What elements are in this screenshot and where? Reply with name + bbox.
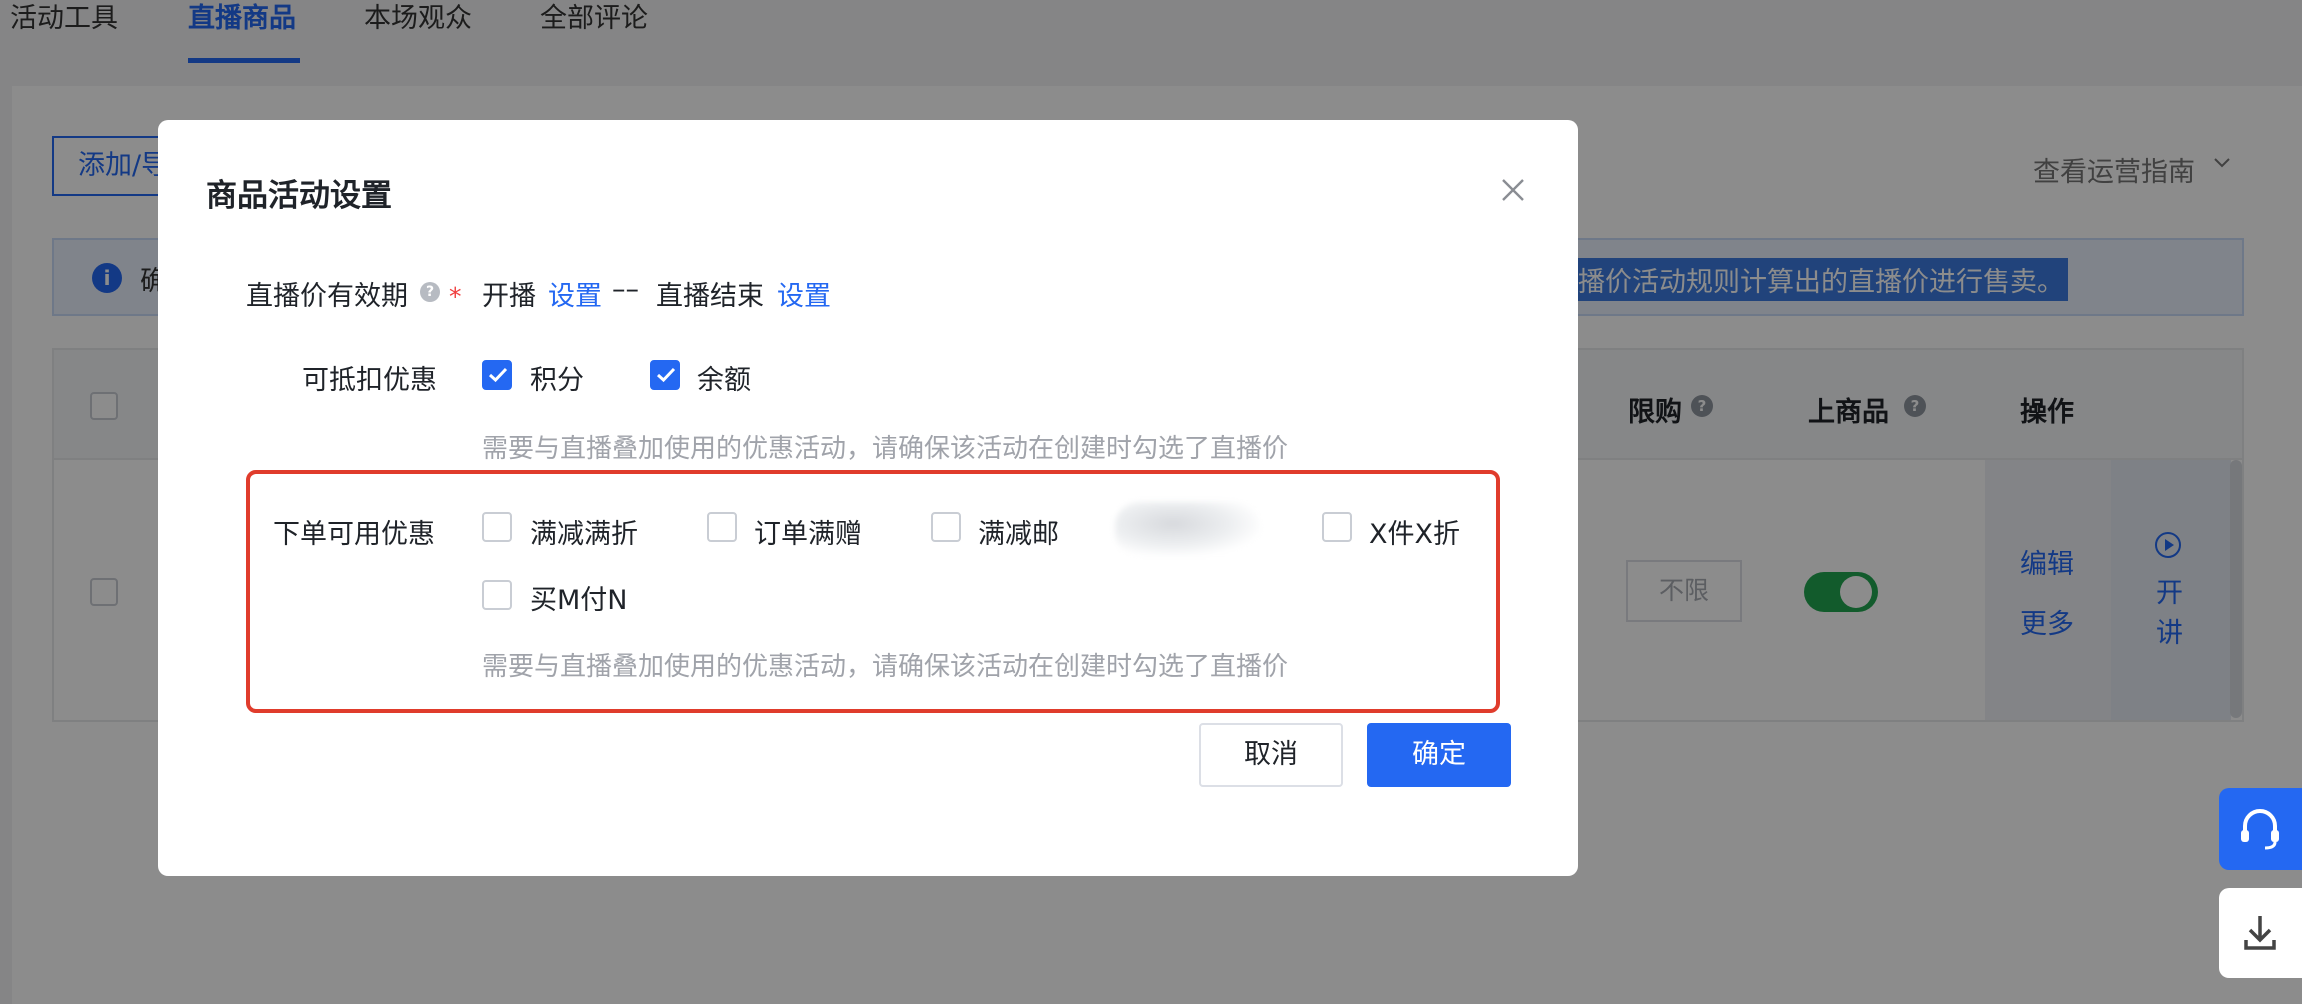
start-set-link[interactable]: 设置 bbox=[548, 274, 602, 313]
points-label: 积分 bbox=[530, 365, 584, 396]
buy-m-pay-n-checkbox[interactable] bbox=[482, 580, 512, 610]
headset-icon bbox=[2241, 809, 2279, 850]
blurred-option bbox=[1115, 502, 1260, 556]
order-discounts-hint: 需要与直播叠加使用的优惠活动，请确保该活动在创建时勾选了直播价 bbox=[482, 652, 1289, 682]
download-icon bbox=[2244, 916, 2276, 950]
end-set-link[interactable]: 设置 bbox=[777, 274, 831, 313]
balance-label: 余额 bbox=[697, 365, 751, 396]
validity-label: 直播价有效期 bbox=[246, 281, 408, 312]
check-icon bbox=[488, 367, 508, 383]
dialog-title: 商品活动设置 bbox=[206, 178, 392, 214]
order-gift-label: 订单满赠 bbox=[754, 519, 862, 550]
cancel-button[interactable]: 取消 bbox=[1199, 723, 1343, 787]
customer-service-button[interactable] bbox=[2219, 788, 2302, 870]
x-items-discount-label: X件X折 bbox=[1369, 519, 1460, 550]
confirm-button[interactable]: 确定 bbox=[1367, 723, 1511, 787]
deductible-label: 可抵扣优惠 bbox=[302, 365, 437, 396]
deductible-hint: 需要与直播叠加使用的优惠活动，请确保该活动在创建时勾选了直播价 bbox=[482, 434, 1289, 464]
points-checkbox[interactable] bbox=[482, 360, 512, 390]
download-button[interactable] bbox=[2219, 888, 2302, 978]
order-gift-checkbox[interactable] bbox=[707, 512, 737, 542]
full-reduction-label: 满减满折 bbox=[530, 519, 638, 550]
required-mark: * bbox=[449, 282, 462, 311]
free-shipping-checkbox[interactable] bbox=[931, 512, 961, 542]
order-discounts-label: 下单可用优惠 bbox=[273, 519, 435, 550]
full-reduction-checkbox[interactable] bbox=[482, 512, 512, 542]
start-label: 开播 bbox=[482, 281, 536, 312]
balance-checkbox[interactable] bbox=[650, 360, 680, 390]
x-items-discount-checkbox[interactable] bbox=[1322, 512, 1352, 542]
validity-separator: –– bbox=[612, 274, 639, 305]
help-icon[interactable]: ? bbox=[420, 282, 440, 302]
check-icon bbox=[656, 367, 676, 383]
close-icon[interactable] bbox=[1500, 177, 1526, 203]
end-label: 直播结束 bbox=[656, 281, 764, 312]
buy-m-pay-n-label: 买M付N bbox=[530, 585, 628, 616]
free-shipping-label: 满减邮 bbox=[978, 519, 1059, 550]
